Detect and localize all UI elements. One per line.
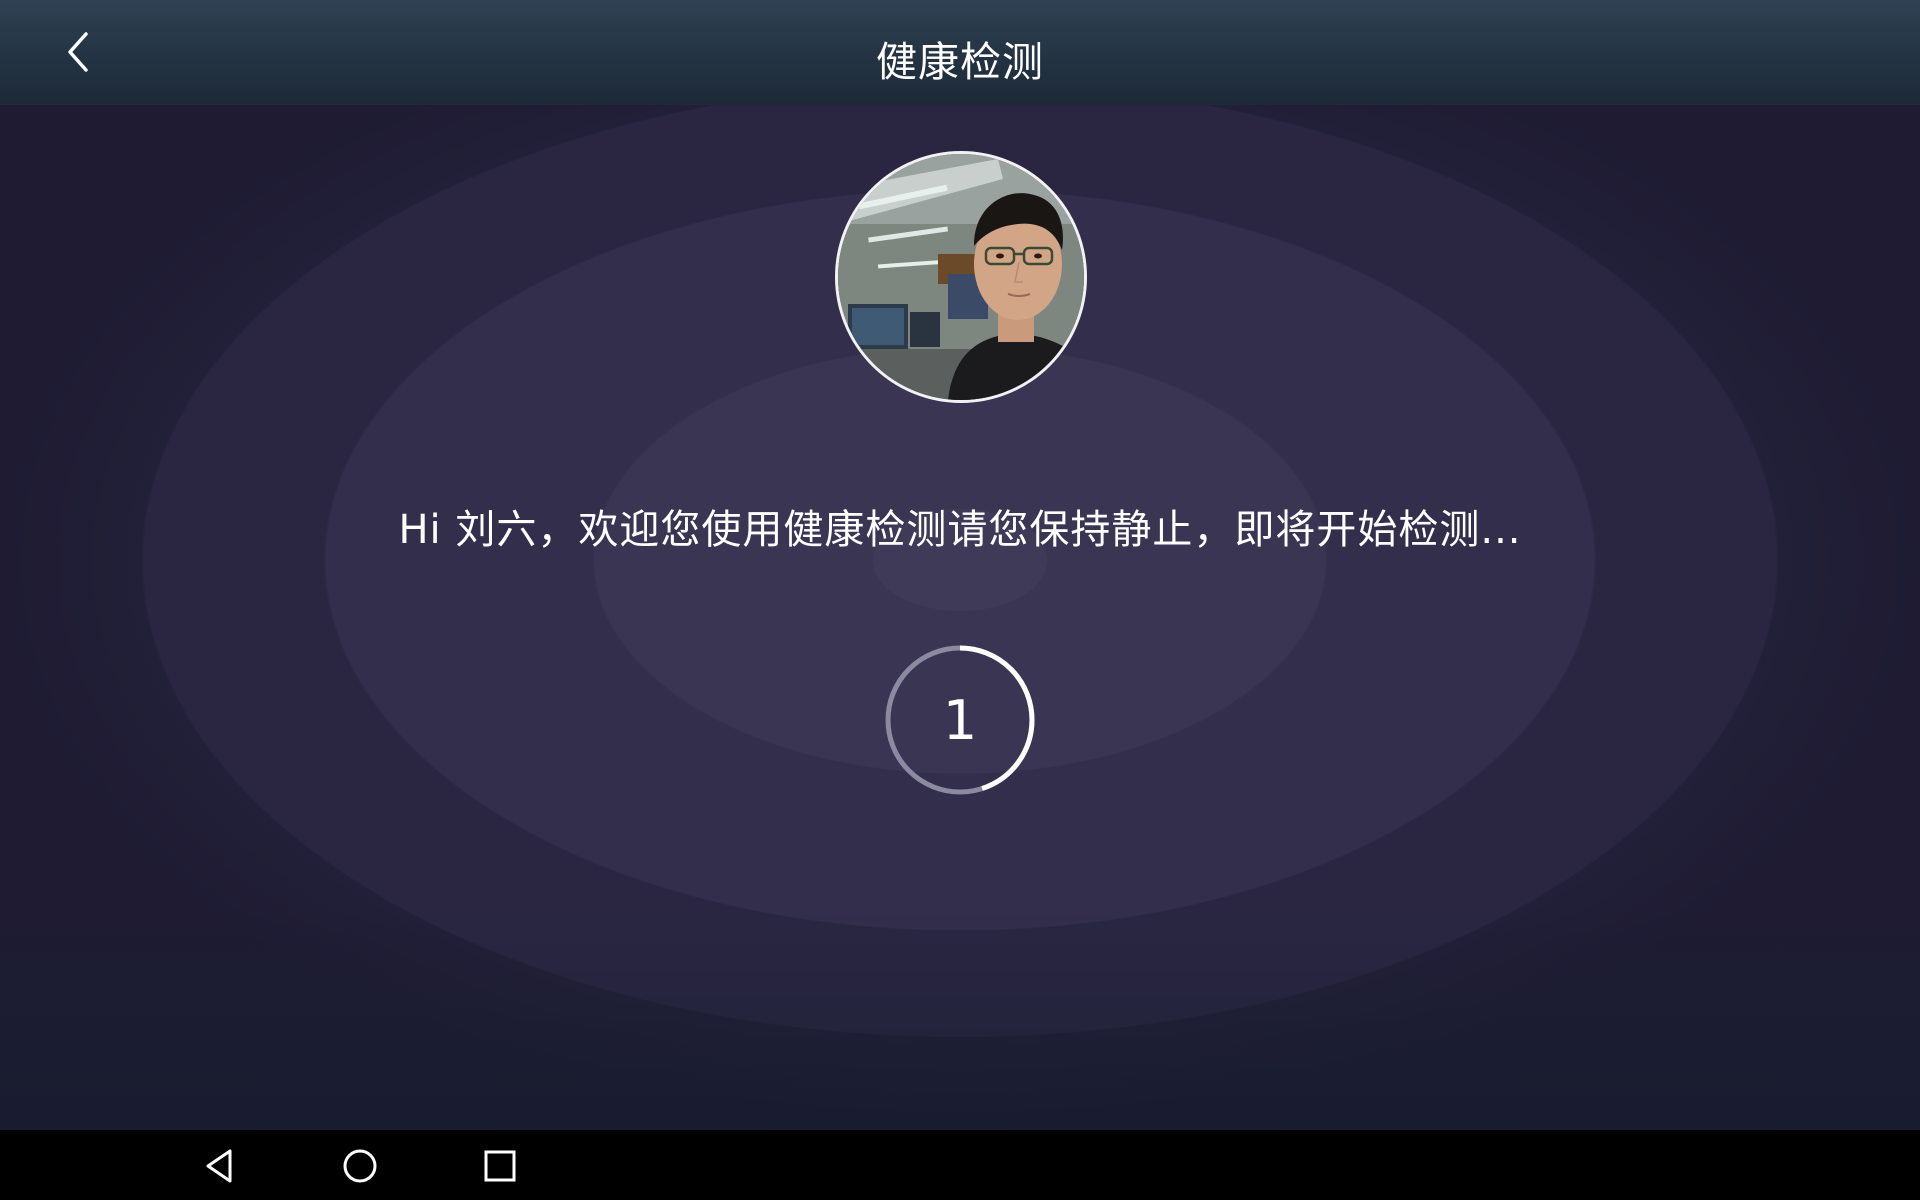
health-check-screen: 健康检测 Hi 刘六，欢迎您使用健康检测请您保持静止，即将开始检测... 1	[0, 0, 1920, 1130]
welcome-message: Hi 刘六，欢迎您使用健康检测请您保持静止，即将开始检测...	[398, 507, 1522, 553]
header-bar: 健康检测	[0, 0, 1920, 105]
countdown-timer: 1	[885, 645, 1035, 795]
nav-recents-button[interactable]	[478, 1144, 522, 1188]
circle-home-icon	[343, 1149, 377, 1183]
square-recents-icon	[484, 1150, 516, 1182]
user-photo	[838, 154, 1084, 400]
avatar	[835, 151, 1087, 403]
nav-back-button[interactable]	[198, 1144, 242, 1188]
page-title: 健康检测	[876, 38, 1044, 86]
triangle-back-icon	[206, 1149, 232, 1183]
system-navigation-bar	[0, 1130, 1920, 1200]
nav-home-button[interactable]	[338, 1144, 382, 1188]
countdown-number: 1	[942, 689, 978, 752]
